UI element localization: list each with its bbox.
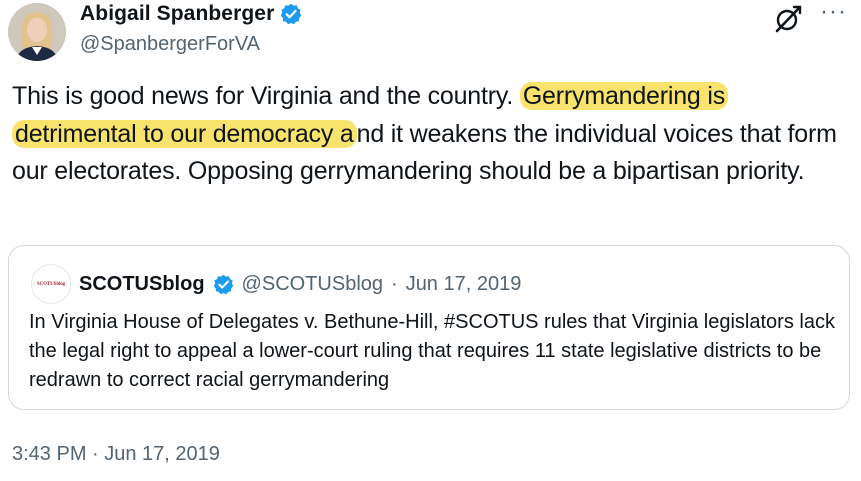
verified-badge-icon — [213, 274, 233, 294]
scotusblog-avatar[interactable]: SCOTUSblog — [31, 264, 71, 304]
quoted-handle[interactable]: @SCOTUSblog — [242, 273, 383, 296]
quoted-tweet-text: In Virginia House of Delegates v. Bethun… — [29, 311, 835, 391]
tweet-text: This is good news for Virginia and the c… — [12, 78, 852, 191]
author-avatar[interactable] — [8, 3, 66, 61]
author-display-name[interactable]: Abigail Spanberger — [80, 2, 274, 26]
grok-icon[interactable] — [772, 4, 802, 34]
header-actions: ··· — [772, 0, 847, 34]
author-name-row: Abigail Spanberger — [80, 2, 302, 26]
tweet-text-part: This is good news for Virginia and the c… — [12, 82, 520, 110]
highlighted-text-part: Gerrymandering is — [522, 82, 726, 110]
quoted-tweet[interactable]: SCOTUSblog SCOTUSblog @SCOTUSblog · Jun … — [8, 245, 850, 410]
quoted-tweet-header: SCOTUSblog SCOTUSblog @SCOTUSblog · Jun … — [31, 264, 521, 304]
verified-badge-icon — [281, 3, 302, 25]
scotusblog-logo: SCOTUSblog — [36, 281, 66, 287]
quoted-date[interactable]: Jun 17, 2019 — [406, 273, 522, 296]
quoted-display-name[interactable]: SCOTUSblog — [79, 273, 205, 296]
tweet-card: Abigail Spanberger @SpanbergerForVA ··· … — [0, 0, 861, 481]
quoted-separator: · — [391, 272, 398, 295]
author-handle[interactable]: @SpanbergerForVA — [80, 33, 260, 56]
more-options-icon[interactable]: ··· — [820, 0, 847, 24]
tweet-timestamp[interactable]: 3:43 PM · Jun 17, 2019 — [12, 443, 220, 466]
highlighted-text-part: detrimental to our democracy a — [15, 119, 354, 148]
